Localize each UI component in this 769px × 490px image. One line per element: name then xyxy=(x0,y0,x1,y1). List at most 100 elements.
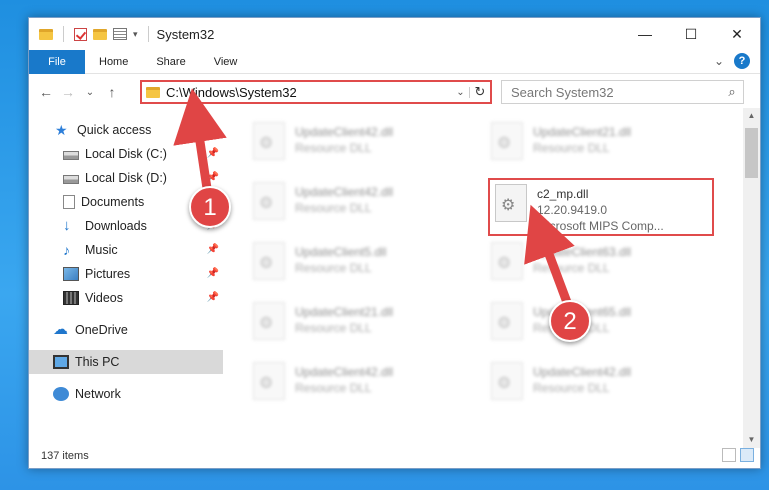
list-item[interactable]: UpdateClient42.dll Resource DLL xyxy=(249,358,469,412)
tab-view[interactable]: View xyxy=(200,50,252,74)
file-description: Resource DLL xyxy=(295,321,372,335)
ribbon-tabs: File Home Share View ⌄ ? xyxy=(29,49,760,74)
disk-icon xyxy=(63,151,79,160)
dll-file-icon xyxy=(491,362,523,400)
explorer-window: ▾ System32 — ☐ ✕ File Home Share View ⌄ … xyxy=(28,17,761,469)
forward-button[interactable]: → xyxy=(57,84,79,100)
refresh-icon[interactable]: ↻ xyxy=(470,84,490,100)
pin-icon[interactable]: 📌 xyxy=(207,292,219,303)
list-item[interactable]: UpdateClient42.dll Resource DLL xyxy=(249,118,469,172)
sidebar-item-network[interactable]: Network xyxy=(29,382,223,406)
list-item[interactable]: UpdateClient21.dll Resource DLL xyxy=(487,118,707,172)
file-description: Resource DLL xyxy=(533,381,610,395)
dll-file-icon xyxy=(253,302,285,340)
tab-file[interactable]: File xyxy=(29,49,85,74)
address-folder-icon xyxy=(146,86,160,98)
file-name: UpdateClient21.dll xyxy=(533,125,632,139)
pin-icon[interactable]: 📌 xyxy=(207,244,219,255)
address-bar[interactable]: C:\Windows\System32 ⌄ ↻ xyxy=(140,80,492,104)
dll-file-icon xyxy=(253,122,285,160)
sidebar-item-label: Local Disk (C:) xyxy=(85,147,167,161)
search-input[interactable] xyxy=(511,84,721,100)
sidebar-item-local-disk-d[interactable]: Local Disk (D:) 📌 xyxy=(29,166,223,190)
videos-icon xyxy=(63,291,79,305)
document-icon xyxy=(63,195,75,209)
list-item[interactable]: UpdateClient42.dll Resource DLL xyxy=(249,178,469,232)
pin-icon[interactable]: 📌 xyxy=(207,172,219,183)
pin-icon[interactable]: 📌 xyxy=(207,268,219,279)
recent-locations-button[interactable]: ⌄ xyxy=(79,87,101,98)
pictures-icon xyxy=(63,267,79,281)
cloud-icon: ☁ xyxy=(53,321,68,338)
music-icon: ♪ xyxy=(63,242,70,258)
vertical-scrollbar[interactable]: ▲ ▼ xyxy=(743,108,760,448)
sidebar-item-pictures[interactable]: Pictures 📌 xyxy=(29,262,223,286)
sidebar-item-music[interactable]: ♪ Music 📌 xyxy=(29,238,223,262)
sidebar-item-onedrive[interactable]: ☁ OneDrive xyxy=(29,318,223,342)
computer-icon xyxy=(53,355,69,369)
sidebar-item-label: Videos xyxy=(85,291,123,305)
properties-check-icon[interactable] xyxy=(74,27,87,41)
step-1-badge: 1 xyxy=(189,186,231,228)
view-options-icon[interactable] xyxy=(113,28,127,40)
up-button[interactable]: ↑ xyxy=(101,84,123,100)
list-item[interactable]: UpdateClient42.dll Resource DLL xyxy=(487,358,707,412)
navigation-bar: ← → ⌄ ↑ C:\Windows\System32 ⌄ ↻ ⌕ xyxy=(29,76,760,108)
file-name: UpdateClient63.dll xyxy=(533,245,632,259)
sidebar-item-label: Local Disk (D:) xyxy=(85,171,167,185)
file-name: UpdateClient42.dll xyxy=(533,365,632,379)
pin-icon[interactable]: 📌 xyxy=(207,148,219,159)
sidebar-item-label: Music xyxy=(85,243,118,257)
file-name: UpdateClient42.dll xyxy=(295,125,394,139)
download-icon: ↓ xyxy=(63,217,71,234)
maximize-button[interactable]: ☐ xyxy=(668,18,714,50)
back-button[interactable]: ← xyxy=(35,84,57,100)
quick-access-toolbar: ▾ xyxy=(29,26,153,42)
sidebar-item-quick-access[interactable]: ★ Quick access xyxy=(29,118,223,142)
tab-home[interactable]: Home xyxy=(85,50,142,74)
expand-ribbon-icon[interactable]: ⌄ xyxy=(714,54,724,68)
scroll-thumb[interactable] xyxy=(745,128,758,178)
customize-toolbar-icon[interactable]: ▾ xyxy=(133,29,138,40)
dll-file-icon xyxy=(491,302,523,340)
sidebar-item-label: Downloads xyxy=(85,219,147,233)
sidebar-item-label: OneDrive xyxy=(75,323,128,337)
item-count: 137 items xyxy=(41,450,89,462)
list-item[interactable]: UpdateClient5.dll Resource DLL xyxy=(249,238,469,292)
address-path[interactable]: C:\Windows\System32 xyxy=(166,85,452,100)
file-name: UpdateClient21.dll xyxy=(295,305,394,319)
list-item[interactable]: UpdateClient63.dll Resource DLL xyxy=(487,238,707,292)
status-bar: 137 items xyxy=(29,444,760,468)
address-dropdown-icon[interactable]: ⌄ xyxy=(452,86,470,98)
minimize-button[interactable]: — xyxy=(622,18,668,50)
file-description: Resource DLL xyxy=(295,201,372,215)
folder-icon xyxy=(39,28,53,40)
file-description: Resource DLL xyxy=(533,261,610,275)
dll-file-icon xyxy=(491,122,523,160)
title-bar: ▾ System32 — ☐ ✕ xyxy=(29,18,760,50)
details-view-icon[interactable] xyxy=(722,448,736,462)
file-description: Resource DLL xyxy=(295,141,372,155)
list-item[interactable]: UpdateClient65.dllResource DLL xyxy=(487,298,707,352)
large-icons-view-icon[interactable] xyxy=(740,448,754,462)
window-title: System32 xyxy=(156,26,215,42)
view-toggle-buttons xyxy=(722,448,754,462)
search-icon[interactable]: ⌕ xyxy=(721,84,743,100)
scroll-up-icon[interactable]: ▲ xyxy=(743,108,760,124)
dll-file-icon xyxy=(253,242,285,280)
toolbar-divider xyxy=(147,26,149,42)
sidebar-item-this-pc[interactable]: This PC xyxy=(29,350,223,374)
search-box[interactable]: ⌕ xyxy=(501,80,744,104)
sidebar-item-label: Quick access xyxy=(77,123,152,137)
sidebar-item-label: This PC xyxy=(75,355,120,369)
help-icon[interactable]: ? xyxy=(734,53,750,69)
close-button[interactable]: ✕ xyxy=(714,18,760,50)
dll-file-icon xyxy=(491,242,523,280)
file-description: Resource DLL xyxy=(295,381,372,395)
tab-share[interactable]: Share xyxy=(142,50,199,74)
new-folder-icon[interactable] xyxy=(93,28,107,40)
list-item[interactable]: UpdateClient21.dll Resource DLL xyxy=(249,298,469,352)
step-2-badge: 2 xyxy=(549,300,591,342)
sidebar-item-local-disk-c[interactable]: Local Disk (C:) 📌 xyxy=(29,142,223,166)
sidebar-item-videos[interactable]: Videos 📌 xyxy=(29,286,223,310)
